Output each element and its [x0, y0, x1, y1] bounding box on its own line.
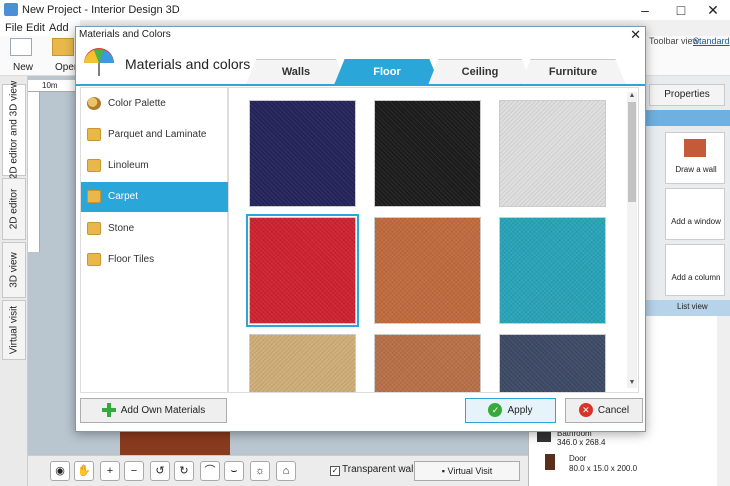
tilt-down-icon[interactable]: ⌣: [224, 461, 244, 481]
category-stone[interactable]: Stone: [81, 214, 227, 244]
category-color-palette[interactable]: Color Palette: [81, 89, 227, 119]
tab-ceiling[interactable]: Ceiling: [428, 59, 532, 85]
zoom-out-icon[interactable]: −: [124, 461, 144, 481]
vertical-ruler: [28, 92, 40, 252]
grid-scroll-thumb[interactable]: [628, 102, 636, 202]
brick-wall-icon: [684, 139, 706, 157]
draw-wall-button[interactable]: Draw a wall: [665, 132, 725, 184]
folder-icon: [87, 253, 101, 266]
materials-dialog: Materials and Colors ✕ Materials and col…: [75, 26, 646, 432]
transparent-walls-label: Transparent walls: [342, 464, 421, 475]
list-scrollbar[interactable]: [717, 316, 730, 486]
category-parquet-laminate[interactable]: Parquet and Laminate: [81, 120, 227, 150]
app-logo-icon: [4, 3, 18, 16]
folder-icon: [87, 128, 101, 141]
light-bulb-icon[interactable]: ☼: [250, 461, 270, 481]
open-folder-icon: [52, 38, 74, 56]
app-title: New Project - Interior Design 3D: [22, 4, 180, 16]
tab-furniture[interactable]: Furniture: [520, 59, 626, 85]
tab-walls[interactable]: Walls: [246, 59, 346, 85]
dialog-close-icon[interactable]: ✕: [630, 27, 641, 43]
menubar: File Edit Add: [0, 20, 80, 36]
minimize-icon[interactable]: –: [628, 0, 662, 20]
tab-virtual-visit[interactable]: Virtual visit: [2, 300, 26, 360]
rotate-right-icon[interactable]: ↻: [174, 461, 194, 481]
palette-icon: [87, 97, 101, 110]
folder-icon: [87, 222, 101, 235]
home-icon[interactable]: ⌂: [276, 461, 296, 481]
tab-3d-view[interactable]: 3D view: [2, 242, 26, 298]
category-floor-tiles[interactable]: Floor Tiles: [81, 245, 227, 275]
checkmark-icon: ✓: [488, 403, 503, 418]
denim-carpet-swatch[interactable]: [499, 334, 606, 392]
view-360-icon[interactable]: ◉: [50, 461, 70, 481]
add-own-materials-button[interactable]: Add Own Materials: [80, 398, 227, 423]
tab-underline: [76, 84, 645, 86]
menu-add[interactable]: Add: [49, 22, 69, 34]
app-titlebar: New Project - Interior Design 3D – □ ✕: [0, 0, 730, 20]
terracotta-carpet-swatch[interactable]: [374, 217, 481, 324]
close-window-icon[interactable]: ✕: [696, 0, 730, 20]
virtual-visit-button[interactable]: ▪ Virtual Visit: [414, 461, 520, 481]
rotate-left-icon[interactable]: ↺: [150, 461, 170, 481]
bottom-toolbar: ◉ ✋ + − ↺ ↻ ⌒ ⌣ ☼ ⌂ ✓ Transparent walls …: [28, 455, 528, 486]
scroll-down-icon[interactable]: ▼: [627, 378, 637, 388]
scroll-up-icon[interactable]: ▲: [627, 91, 637, 101]
folder-icon: [87, 190, 101, 203]
plus-icon: [101, 403, 116, 418]
navy-carpet-swatch[interactable]: [249, 100, 356, 207]
dialog-titlebar: Materials and Colors ✕: [76, 27, 645, 43]
teal-carpet-swatch[interactable]: [499, 217, 606, 324]
toolbar-view-link[interactable]: Standard: [693, 36, 730, 46]
tab-floor[interactable]: Floor: [334, 59, 440, 85]
maximize-icon[interactable]: □: [664, 0, 698, 20]
red-carpet-swatch[interactable]: [246, 214, 359, 327]
category-carpet[interactable]: Carpet: [81, 182, 239, 212]
horizontal-ruler: 10m: [28, 80, 78, 92]
list-item-size: 80.0 x 15.0 x 200.0: [569, 464, 638, 473]
list-item-size: 346.0 x 268.4: [557, 438, 606, 447]
room-3d-model: [120, 432, 230, 455]
new-button[interactable]: New: [13, 62, 33, 73]
tilt-up-icon[interactable]: ⌒: [200, 461, 220, 481]
umbrella-icon: [84, 48, 114, 76]
black-carpet-swatch[interactable]: [374, 100, 481, 207]
menu-edit[interactable]: Edit: [26, 22, 45, 34]
zoom-in-icon[interactable]: +: [100, 461, 120, 481]
beige-carpet-swatch[interactable]: [249, 334, 356, 392]
new-doc-icon: [10, 38, 32, 56]
tab-2d-editor[interactable]: 2D editor: [2, 178, 26, 240]
list-item-name[interactable]: Door: [569, 454, 586, 463]
cancel-x-icon: ✕: [578, 403, 593, 418]
category-list: Color Palette Parquet and Laminate Linol…: [80, 87, 239, 393]
door-icon: [545, 454, 555, 470]
hand-pan-icon[interactable]: ✋: [74, 461, 94, 481]
view-side-tabs: 2D editor and 3D view 2D editor 3D view …: [0, 76, 28, 486]
apply-button[interactable]: ✓ Apply: [465, 398, 556, 423]
add-window-button[interactable]: Add a window: [665, 188, 725, 240]
folder-icon: [87, 159, 101, 172]
menu-file[interactable]: File: [5, 22, 23, 34]
tab-2d-3d[interactable]: 2D editor and 3D view: [2, 81, 26, 179]
add-column-button[interactable]: Add a column: [665, 244, 725, 296]
copper-carpet-swatch[interactable]: [374, 334, 481, 392]
light-gray-carpet-swatch[interactable]: [499, 100, 606, 207]
dialog-title: Materials and Colors: [79, 29, 171, 40]
dialog-heading: Materials and colors: [125, 56, 251, 72]
category-linoleum[interactable]: Linoleum: [81, 151, 227, 181]
swatch-grid: [228, 87, 639, 393]
transparent-walls-checkbox[interactable]: ✓: [330, 466, 340, 476]
cancel-button[interactable]: ✕ Cancel: [565, 398, 643, 423]
properties-tab[interactable]: Properties: [649, 84, 725, 106]
